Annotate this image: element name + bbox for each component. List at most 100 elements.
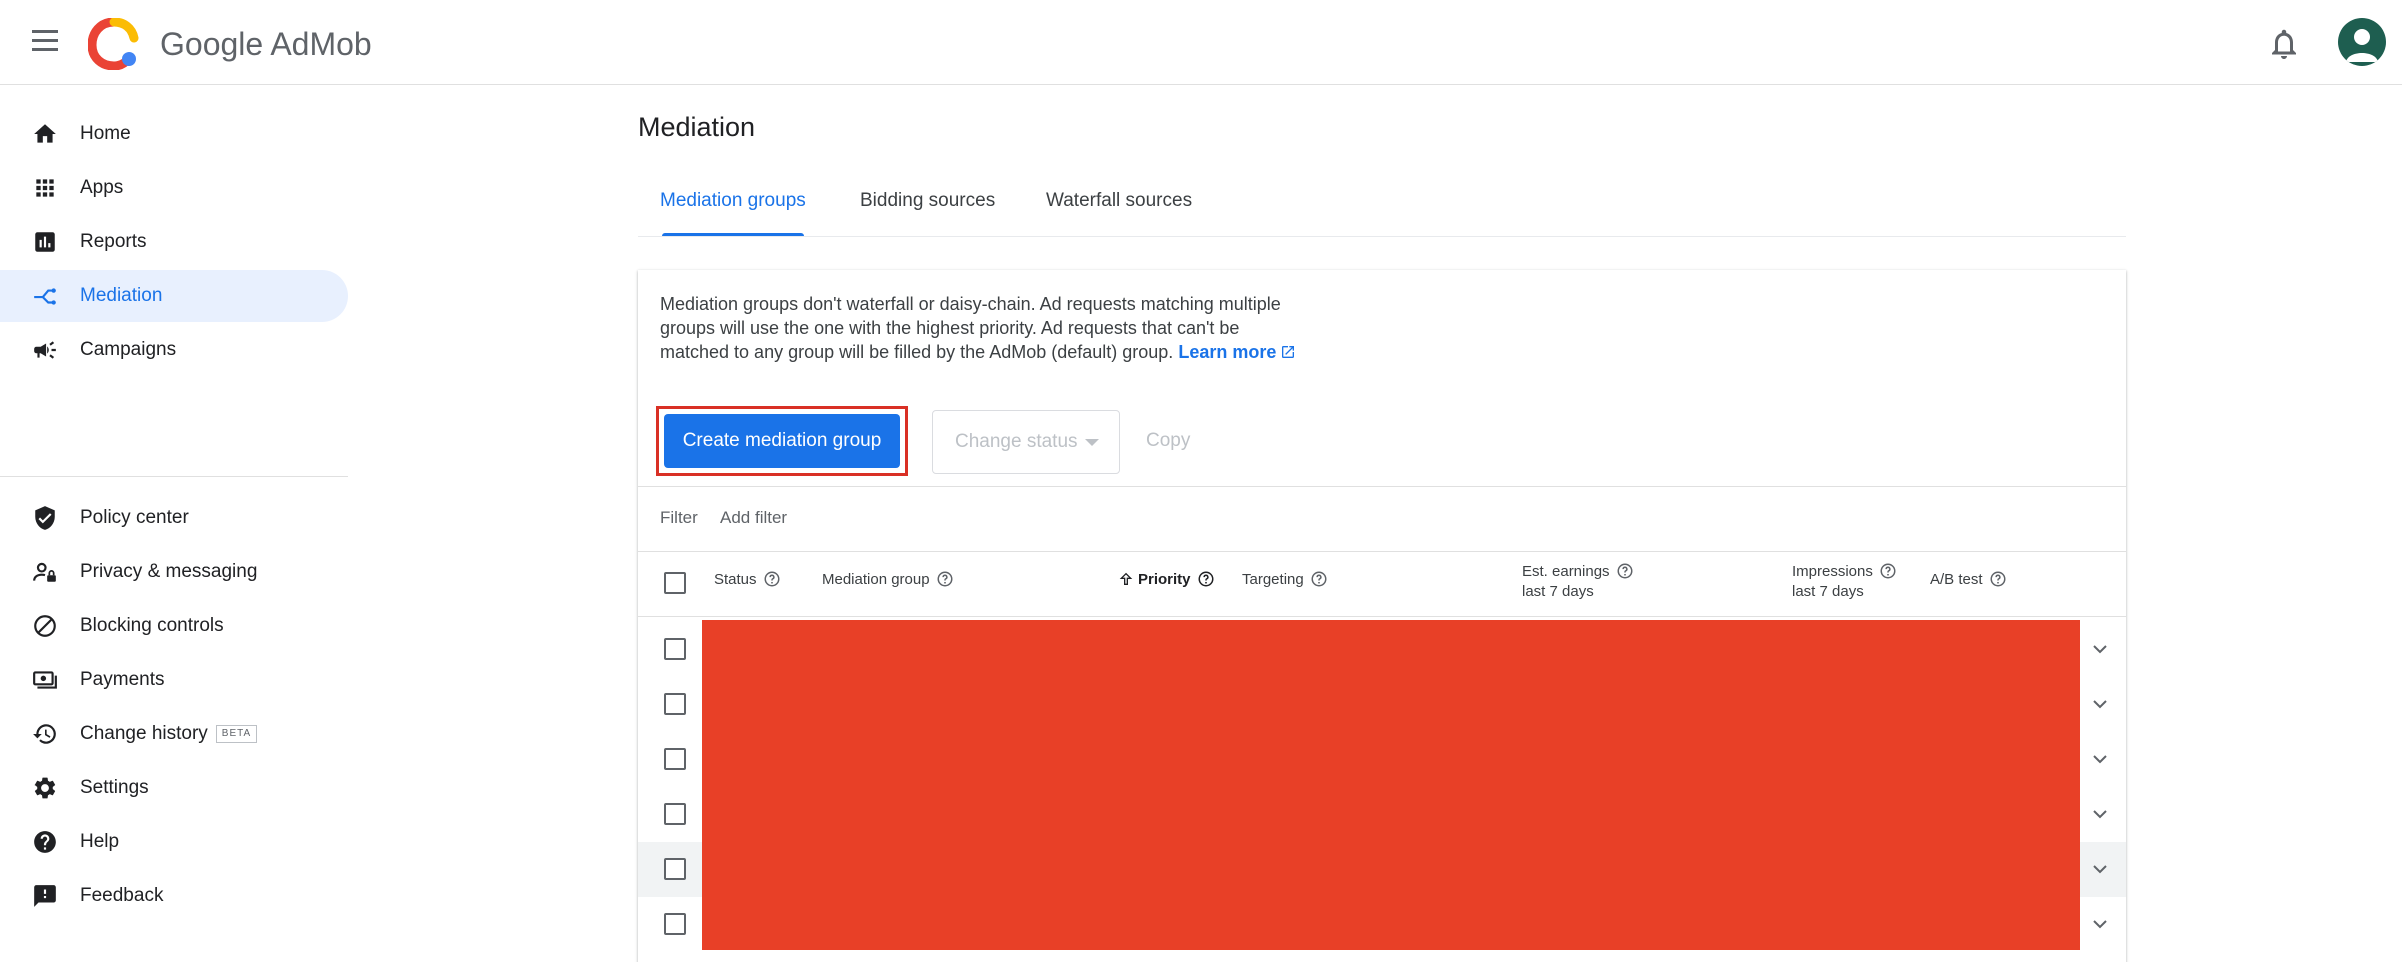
- sidebar-item-label: Home: [80, 123, 131, 144]
- column-header-mediation-group[interactable]: Mediation group: [822, 570, 954, 590]
- home-icon: [34, 124, 56, 143]
- menu-icon[interactable]: [26, 24, 66, 60]
- sidebar-item-home[interactable]: Home: [0, 108, 348, 160]
- column-header-ab-test[interactable]: A/B test: [1930, 570, 2007, 590]
- copy-button[interactable]: Copy: [1146, 410, 1190, 474]
- learn-more-link[interactable]: Learn more: [1178, 342, 1296, 362]
- sidebar-item-label: Campaigns: [80, 339, 177, 360]
- filter-label: Filter: [660, 508, 698, 527]
- chevron-down-icon[interactable]: [2088, 912, 2112, 936]
- top-app-bar: Google AdMob: [0, 0, 2402, 85]
- column-group-label: Mediation group: [822, 571, 930, 588]
- sidebar-item-label: Feedback: [80, 885, 164, 906]
- column-header-impressions[interactable]: Impressions last 7 days: [1792, 562, 1897, 602]
- sidebar-item-label: Reports: [80, 231, 147, 252]
- dropdown-caret-icon: [1085, 439, 1099, 446]
- sidebar-item-feedback[interactable]: Feedback: [0, 870, 348, 922]
- mediation-groups-card: Mediation groups don't waterfall or dais…: [638, 270, 2126, 962]
- help-circle-icon[interactable]: [763, 570, 781, 588]
- sidebar-item-label: Policy center: [80, 507, 189, 528]
- sidebar-item-label: Payments: [80, 669, 165, 690]
- external-link-icon: [1282, 346, 1295, 358]
- sidebar-item-policy-center[interactable]: Policy center: [0, 492, 348, 544]
- select-all-checkbox[interactable]: [664, 572, 686, 594]
- admob-logo-icon[interactable]: [88, 18, 140, 70]
- sidebar-item-label: Change history: [80, 723, 208, 744]
- chevron-down-icon[interactable]: [2088, 692, 2112, 716]
- tabs-divider: [638, 236, 2126, 237]
- sidebar-item-mediation[interactable]: Mediation: [0, 270, 348, 322]
- reports-icon: [35, 232, 55, 252]
- megaphone-icon: [34, 341, 56, 359]
- learn-more-label: Learn more: [1178, 342, 1277, 362]
- help-circle-icon[interactable]: [1310, 570, 1328, 588]
- row-checkbox[interactable]: [664, 748, 686, 770]
- column-earnings-sublabel: last 7 days: [1522, 583, 1594, 600]
- help-circle-icon[interactable]: [1197, 570, 1215, 588]
- sidebar-item-reports[interactable]: Reports: [0, 216, 348, 268]
- chevron-down-icon[interactable]: [2088, 637, 2112, 661]
- row-checkbox[interactable]: [664, 803, 686, 825]
- bell-icon[interactable]: [2266, 26, 2302, 62]
- change-status-dropdown[interactable]: Change status: [932, 410, 1120, 474]
- sidebar-item-help[interactable]: Help: [0, 816, 348, 868]
- feedback-icon: [34, 885, 56, 907]
- column-header-status[interactable]: Status: [714, 570, 781, 590]
- sidebar-item-label: Blocking controls: [80, 615, 224, 636]
- block-icon: [34, 615, 56, 637]
- row-checkbox[interactable]: [664, 693, 686, 715]
- sidebar-item-label: Privacy & messaging: [80, 561, 258, 582]
- payments-icon: [33, 671, 57, 689]
- help-circle-icon[interactable]: [1989, 570, 2007, 588]
- column-status-label: Status: [714, 571, 757, 588]
- redacted-content-block: [702, 620, 2080, 950]
- chevron-down-icon[interactable]: [2088, 857, 2112, 881]
- column-priority-label: Priority: [1138, 571, 1191, 588]
- sidebar-item-privacy-messaging[interactable]: Privacy & messaging: [0, 546, 348, 598]
- chevron-down-icon[interactable]: [2088, 747, 2112, 771]
- gear-icon: [34, 777, 56, 799]
- row-checkbox[interactable]: [664, 638, 686, 660]
- sidebar-item-blocking-controls[interactable]: Blocking controls: [0, 600, 348, 652]
- account-avatar-icon[interactable]: [2338, 18, 2386, 66]
- info-description: Mediation groups don't waterfall or dais…: [660, 292, 1300, 364]
- add-filter-input[interactable]: Add filter: [720, 508, 787, 528]
- sidebar-item-label: Apps: [80, 177, 124, 198]
- row-checkbox[interactable]: [664, 858, 686, 880]
- brand-name[interactable]: Google AdMob: [160, 24, 372, 64]
- sidebar-item-payments[interactable]: Payments: [0, 654, 348, 706]
- column-impressions-sublabel: last 7 days: [1792, 583, 1864, 600]
- mediation-icon: [34, 288, 56, 305]
- tab-bidding-sources[interactable]: Bidding sources: [860, 190, 995, 236]
- help-circle-icon[interactable]: [1616, 562, 1634, 580]
- sidebar-item-change-history[interactable]: Change history BETA: [0, 708, 348, 760]
- header-divider: [638, 616, 2126, 617]
- sort-arrow-up-icon: [1119, 572, 1133, 585]
- column-header-priority[interactable]: Priority: [1118, 570, 1215, 590]
- column-abtest-label: A/B test: [1930, 571, 1983, 588]
- toolbar-divider: [638, 486, 2126, 487]
- sidebar-item-label: Mediation: [80, 285, 163, 306]
- sidebar-item-label: Help: [80, 831, 120, 852]
- tab-waterfall-sources[interactable]: Waterfall sources: [1046, 190, 1192, 236]
- sidebar-item-settings[interactable]: Settings: [0, 762, 348, 814]
- row-checkbox[interactable]: [664, 913, 686, 935]
- page-title: Mediation: [638, 112, 756, 142]
- help-icon: [34, 831, 56, 853]
- create-mediation-group-button[interactable]: Create mediation group: [664, 414, 900, 468]
- sidebar-item-label-wrap: Change history BETA: [80, 708, 258, 760]
- brand-product: AdMob: [270, 26, 372, 62]
- tab-mediation-groups[interactable]: Mediation groups: [660, 190, 806, 236]
- apps-grid-icon: [36, 179, 54, 197]
- history-icon: [33, 724, 56, 744]
- column-targeting-label: Targeting: [1242, 571, 1304, 588]
- filter-divider: [638, 551, 2126, 552]
- help-circle-icon[interactable]: [936, 570, 954, 588]
- column-impressions-label: Impressions: [1792, 563, 1873, 580]
- help-circle-icon[interactable]: [1879, 562, 1897, 580]
- column-header-est-earnings[interactable]: Est. earnings last 7 days: [1522, 562, 1634, 602]
- sidebar-item-campaigns[interactable]: Campaigns: [0, 324, 348, 376]
- chevron-down-icon[interactable]: [2088, 802, 2112, 826]
- sidebar-item-apps[interactable]: Apps: [0, 162, 348, 214]
- column-header-targeting[interactable]: Targeting: [1242, 570, 1328, 590]
